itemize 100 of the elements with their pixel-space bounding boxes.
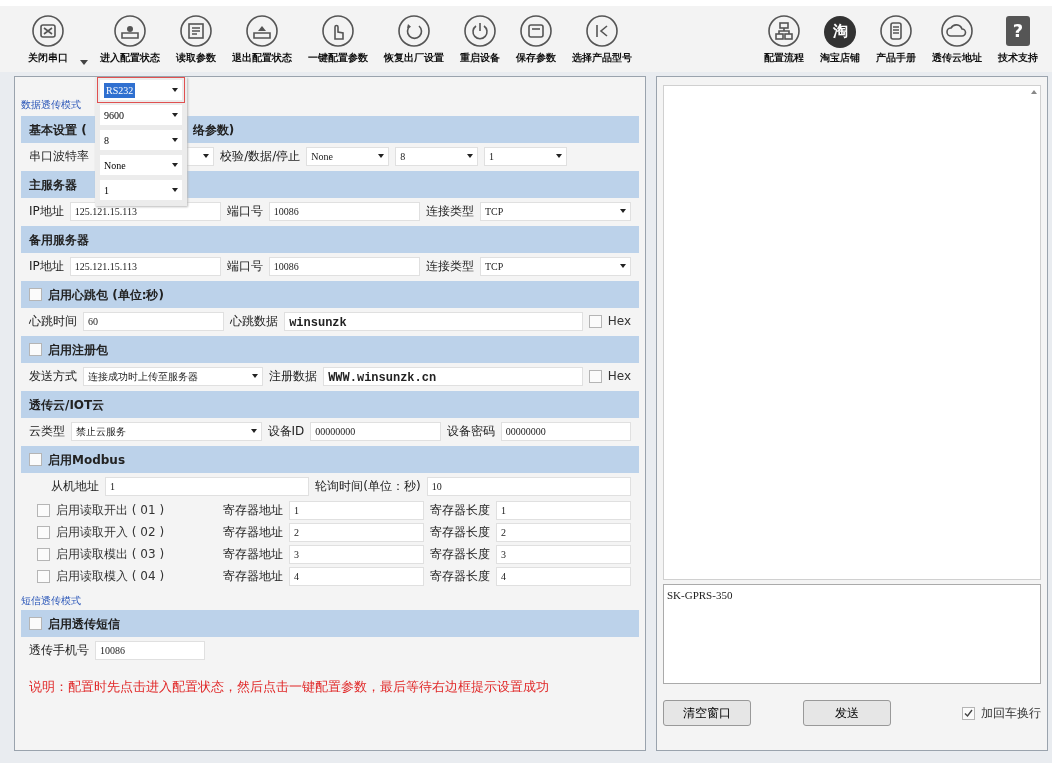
section-title: 启用心跳包 (单位:秒) — [48, 286, 164, 304]
window-icon — [519, 13, 553, 48]
input-field[interactable]: 00000000 — [500, 421, 631, 441]
input-field[interactable]: WWW.winsunzk.cn — [323, 366, 583, 386]
checkbox[interactable] — [29, 288, 42, 301]
toolbar-button[interactable]: 选择产品型号 — [568, 13, 636, 65]
toolbar-button[interactable]: 透传云地址 — [928, 13, 986, 65]
dropdown-option[interactable]: None — [100, 155, 182, 175]
field-label: 连接类型 — [425, 258, 474, 275]
toolbar-button[interactable]: 配置流程 — [760, 13, 808, 65]
toolbar-button[interactable]: 重启设备 — [456, 13, 504, 65]
field-label: IP地址 — [29, 203, 64, 220]
upload-icon — [245, 13, 279, 48]
checkbox[interactable] — [37, 503, 50, 517]
caret-icon — [250, 429, 257, 433]
checkbox[interactable] — [29, 617, 42, 630]
caret-icon — [172, 113, 178, 117]
toolbar-button[interactable]: 关闭串口 — [24, 13, 72, 65]
caret-icon — [203, 154, 210, 158]
dropdown-field[interactable]: 1 — [483, 146, 567, 166]
toolbar-button[interactable]: 恢复出厂设置 — [380, 13, 448, 65]
field-label: 云类型 — [29, 423, 65, 440]
checkbox[interactable] — [29, 343, 42, 356]
toolbar-button[interactable]: 一键配置参数 — [304, 13, 372, 65]
toolbar-button[interactable]: 退出配置状态 — [228, 13, 296, 65]
input-field[interactable]: 3 — [496, 544, 631, 564]
checkbox[interactable] — [37, 525, 50, 539]
section-title: 透传云/IOT云 — [29, 396, 105, 414]
checkbox[interactable] — [588, 369, 602, 383]
toolbar-button[interactable]: 保存参数 — [512, 13, 560, 65]
mode-label: 数据透传模式 — [21, 98, 82, 112]
checkbox[interactable] — [29, 453, 42, 466]
checkbox[interactable] — [962, 706, 975, 720]
dropdown-field[interactable]: TCP — [479, 256, 631, 276]
field-label: 注册数据 — [269, 368, 318, 385]
input-field[interactable]: 00000000 — [310, 421, 441, 441]
action-button[interactable]: 发送 — [803, 700, 891, 726]
field-label: 寄存器长度 — [430, 524, 490, 541]
field-label: 连接类型 — [425, 203, 474, 220]
caret-icon — [172, 88, 178, 92]
help-icon: ? — [1006, 15, 1030, 46]
field-label: 心跳时间 — [29, 313, 77, 330]
input-field[interactable]: 4 — [496, 566, 631, 586]
field-label: 设备ID — [267, 423, 305, 440]
caret-icon — [252, 374, 259, 378]
input-field[interactable]: 125.121.15.113 — [69, 256, 221, 276]
caret-icon — [172, 138, 178, 142]
dropdown-field[interactable]: 8 — [395, 146, 478, 166]
section-title: 备用服务器 — [29, 231, 89, 249]
send-field[interactable]: SK-GPRS-350 — [663, 584, 1041, 684]
document-icon — [879, 13, 913, 48]
field-label: 寄存器地址 — [223, 502, 283, 519]
dropdown-field[interactable]: TCP — [479, 201, 631, 221]
caret-icon — [172, 188, 178, 192]
input-field[interactable]: 10 — [426, 476, 631, 496]
input-field[interactable]: 10086 — [268, 256, 420, 276]
caret-icon — [466, 154, 473, 158]
input-field[interactable]: 1 — [105, 476, 310, 496]
field-label: 寄存器地址 — [223, 524, 283, 541]
caret-icon — [555, 154, 562, 158]
dropdown-option[interactable]: 1 — [100, 180, 182, 200]
toolbar-button[interactable]: 读取参数 — [172, 13, 220, 65]
dropdown-option[interactable]: 9600 — [100, 105, 182, 125]
caret-icon — [620, 264, 626, 268]
input-field[interactable]: 1 — [496, 500, 631, 520]
dropdown-option[interactable]: 8 — [100, 130, 182, 150]
section-title: 主服务器 — [29, 176, 77, 194]
flowchart-icon — [767, 13, 801, 48]
input-field[interactable]: 1 — [289, 500, 424, 520]
checkbox[interactable] — [37, 547, 50, 561]
input-field[interactable]: 10086 — [268, 201, 420, 221]
refresh-icon — [397, 13, 431, 48]
toolbar-button[interactable]: 进入配置状态 — [96, 13, 164, 65]
toolbar-button[interactable]: 产品手册 — [872, 13, 920, 65]
section-title: 络参数) — [192, 121, 235, 139]
dropdown-field[interactable]: None — [306, 146, 390, 166]
action-button[interactable]: 清空窗口 — [663, 700, 751, 726]
dropdown-caret-icon[interactable] — [80, 59, 88, 65]
input-field[interactable]: winsunzk — [284, 311, 583, 331]
input-field[interactable]: 2 — [496, 522, 631, 542]
checkbox[interactable] — [37, 569, 50, 583]
close-icon — [31, 13, 65, 48]
field-label: 校验/数据/停止 — [220, 148, 301, 165]
scroll-arrow-icon[interactable] — [1031, 90, 1037, 94]
checkbox-label: 启用读取模出 ( 03 ) — [56, 546, 165, 563]
dropdown-field[interactable]: 禁止云服务 — [71, 421, 262, 441]
dropdown-option[interactable]: RS232 — [100, 80, 182, 100]
caret-icon — [620, 209, 626, 213]
checkbox[interactable] — [588, 314, 602, 328]
input-field[interactable]: 60 — [83, 311, 225, 331]
input-field[interactable]: 4 — [289, 566, 424, 586]
checkbox-label: Hex — [607, 313, 631, 330]
dropdown-field[interactable]: 连接成功时上传至服务器 — [83, 366, 264, 386]
field-label: 端口号 — [226, 258, 263, 275]
toolbar-button[interactable]: ? 技术支持 — [994, 13, 1042, 65]
power-icon — [463, 13, 497, 48]
input-field[interactable]: 2 — [289, 522, 424, 542]
toolbar-button[interactable]: 淘 淘宝店铺 — [816, 15, 864, 65]
input-field[interactable]: 3 — [289, 544, 424, 564]
input-field[interactable]: 10086 — [95, 640, 205, 660]
